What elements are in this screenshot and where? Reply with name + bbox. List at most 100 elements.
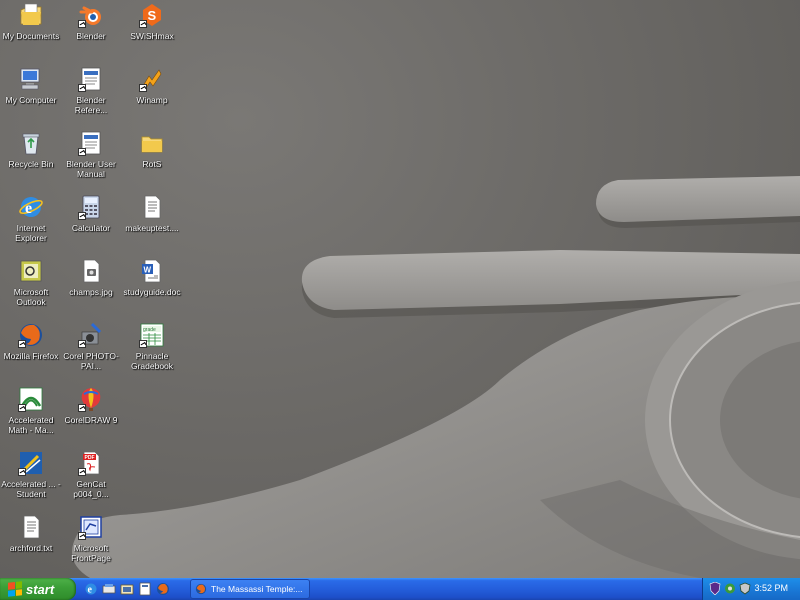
network-icon[interactable]	[724, 582, 736, 595]
desktop-shortcut-accelerated-math[interactable]: Accelerated Math - Ma...	[0, 384, 62, 435]
show-desktop-icon[interactable]	[102, 582, 116, 596]
desktop-shortcut-text-file[interactable]: makeuptest....	[121, 192, 183, 233]
desktop-icon-label: Blender	[76, 31, 106, 41]
svg-text:e: e	[88, 585, 93, 596]
desktop-shortcut-image-file[interactable]: champs.jpg	[60, 256, 122, 297]
desktop-shortcut-text-file[interactable]: archford.txt	[0, 512, 62, 553]
desktop-icon-label: Recycle Bin	[8, 159, 54, 169]
corel-photopaint-icon	[78, 322, 104, 348]
outlook-express-icon[interactable]	[138, 582, 152, 596]
text-file-icon	[139, 194, 165, 220]
shortcut-arrow-icon	[78, 212, 86, 220]
taskbar-window-button[interactable]: The Massassi Temple:...	[190, 579, 310, 599]
firefox-icon[interactable]	[156, 582, 170, 596]
svg-text:grade: grade	[143, 327, 156, 333]
desktop-shortcut-blender-manual[interactable]: Blender User Manual	[60, 128, 122, 179]
system-tray: 3:52 PM	[702, 578, 800, 600]
desktop-shortcut-swishmax[interactable]: S SWiSHmax	[121, 0, 183, 41]
svg-text:S: S	[148, 8, 157, 23]
desktop-shortcut-pdf-file[interactable]: PDF GenCat p004_0...	[60, 448, 122, 499]
desktop-icon-label: GenCat p004_0...	[73, 479, 109, 499]
desktop-icon-label: Calculator	[71, 223, 111, 233]
desktop-icon-label: Blender Refere...	[74, 95, 108, 115]
shortcut-arrow-icon	[78, 468, 86, 476]
svg-text:e: e	[25, 200, 32, 217]
shortcut-arrow-icon	[78, 404, 86, 412]
desktop-shortcut-gradebook[interactable]: grade Pinnacle Gradebook	[121, 320, 183, 371]
desktop-shortcut-blender[interactable]: Blender	[60, 0, 122, 41]
shortcut-arrow-icon	[78, 84, 86, 92]
blender-icon	[78, 2, 104, 28]
taskbar-window-title: The Massassi Temple:...	[211, 584, 303, 594]
outlook-icon	[18, 258, 44, 284]
clock[interactable]: 3:52 PM	[754, 583, 788, 593]
desktop-shortcut-winamp[interactable]: Winamp	[121, 64, 183, 105]
desktop-shortcut-firefox[interactable]: Mozilla Firefox	[0, 320, 62, 361]
shortcut-arrow-icon	[78, 148, 86, 156]
gradebook-icon: grade	[139, 322, 165, 348]
swishmax-icon: S	[139, 2, 165, 28]
desktop-icon-label: RotS	[142, 159, 162, 169]
accelerated-math-icon	[18, 386, 44, 412]
desktop-shortcut-corel-photopaint[interactable]: Corel PHOTO-PAI...	[60, 320, 122, 371]
desktop-icon-label: studyguide.doc	[123, 287, 181, 297]
desktop-icon-label: Internet Explorer	[15, 223, 47, 243]
desktop-shortcut-coreldraw[interactable]: CorelDRAW 9	[60, 384, 122, 425]
svg-text:PDF: PDF	[85, 455, 95, 461]
recycle-bin-icon	[18, 130, 44, 156]
my-computer-icon	[18, 66, 44, 92]
shortcut-arrow-icon	[139, 20, 147, 28]
desktop-shortcut-calculator[interactable]: Calculator	[60, 192, 122, 233]
shortcut-arrow-icon	[139, 340, 147, 348]
desktop-shortcut-my-documents[interactable]: My Documents	[0, 0, 62, 41]
desktop-shortcut-folder[interactable]: RotS	[121, 128, 183, 169]
image-file-icon	[78, 258, 104, 284]
frontpage-icon	[78, 514, 104, 540]
desktop-icon-label: Blender User Manual	[66, 159, 116, 179]
desktop-shortcut-accelerated-student[interactable]: Accelerated ... - Student	[0, 448, 62, 499]
desktop-icon-label: Winamp	[136, 95, 168, 105]
desktop-icon-label: Mozilla Firefox	[3, 351, 59, 361]
internet-explorer-icon[interactable]: e	[84, 582, 98, 596]
start-button[interactable]: start	[0, 578, 76, 600]
desktop-icon-label: Microsoft Outlook	[13, 287, 49, 307]
desktop-icon-label: My Computer	[5, 95, 57, 105]
my-documents-icon	[18, 2, 44, 28]
desktop-icon-label: Corel PHOTO-PAI...	[63, 351, 119, 371]
folder-icon	[139, 130, 165, 156]
desktop-icon-label: archford.txt	[9, 543, 53, 553]
desktop-icon-label: CorelDRAW 9	[64, 415, 118, 425]
firefox-icon	[195, 583, 207, 595]
media-icon[interactable]	[120, 582, 134, 596]
start-label: start	[26, 581, 55, 597]
desktop-icon-label: champs.jpg	[69, 287, 113, 297]
desktop-icon-label: Accelerated Math - Ma...	[8, 415, 54, 435]
desktop-shortcut-word-doc[interactable]: Wstudyguide.doc	[121, 256, 183, 297]
shortcut-arrow-icon	[18, 468, 26, 476]
desktop-shortcut-frontpage[interactable]: Microsoft FrontPage	[60, 512, 122, 563]
blender-manual-icon	[78, 130, 104, 156]
shortcut-arrow-icon	[18, 340, 26, 348]
desktop-shortcut-recycle-bin[interactable]: Recycle Bin	[0, 128, 62, 169]
desktop-icon-label: My Documents	[2, 31, 60, 41]
blender-reference-icon	[78, 66, 104, 92]
security-icon[interactable]	[739, 582, 751, 595]
svg-text:W: W	[144, 266, 152, 275]
desktop-shortcut-my-computer[interactable]: My Computer	[0, 64, 62, 105]
windows-logo-icon	[8, 581, 22, 597]
pdf-file-icon: PDF	[78, 450, 104, 476]
firefox-icon	[18, 322, 44, 348]
desktop-shortcut-internet-explorer[interactable]: e Internet Explorer	[0, 192, 62, 243]
shortcut-arrow-icon	[18, 404, 26, 412]
shortcut-arrow-icon	[139, 84, 147, 92]
internet-explorer-icon: e	[18, 194, 44, 220]
calculator-icon	[78, 194, 104, 220]
winamp-icon	[139, 66, 165, 92]
desktop-shortcut-outlook[interactable]: Microsoft Outlook	[0, 256, 62, 307]
taskbar: start e The Massassi Temple:... 3:52 PM	[0, 578, 800, 600]
shortcut-arrow-icon	[78, 340, 86, 348]
coreldraw-icon	[78, 386, 104, 412]
desktop-shortcut-blender-reference[interactable]: Blender Refere...	[60, 64, 122, 115]
antivirus-icon[interactable]	[709, 582, 721, 595]
desktop-icon-label: Pinnacle Gradebook	[130, 351, 174, 371]
